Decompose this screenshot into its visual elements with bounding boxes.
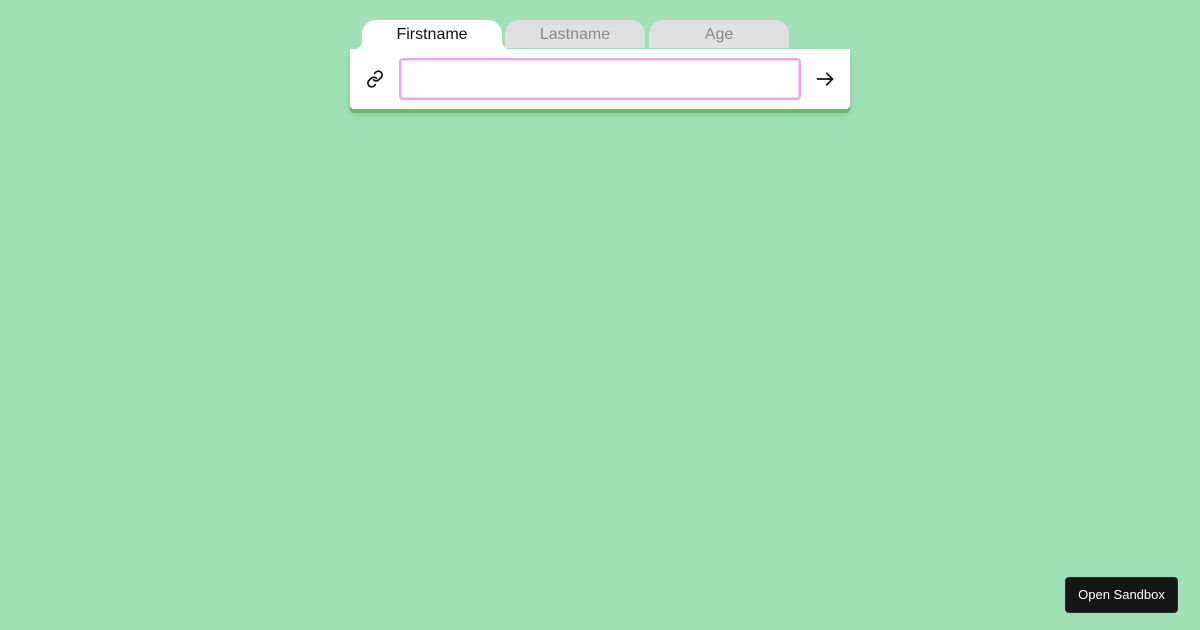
tab-lastname[interactable]: Lastname	[505, 20, 645, 48]
firstname-input[interactable]	[399, 58, 801, 100]
tab-age[interactable]: Age	[649, 20, 789, 48]
input-panel	[350, 49, 850, 109]
link-icon	[367, 70, 383, 88]
link-button[interactable]	[363, 67, 387, 91]
input-widget: Firstname Lastname Age	[350, 20, 850, 109]
submit-button[interactable]	[813, 67, 837, 91]
tab-bar: Firstname Lastname Age	[350, 20, 850, 50]
open-sandbox-button[interactable]: Open Sandbox	[1066, 578, 1177, 612]
arrow-right-icon	[816, 72, 834, 86]
tab-firstname[interactable]: Firstname	[352, 20, 512, 50]
